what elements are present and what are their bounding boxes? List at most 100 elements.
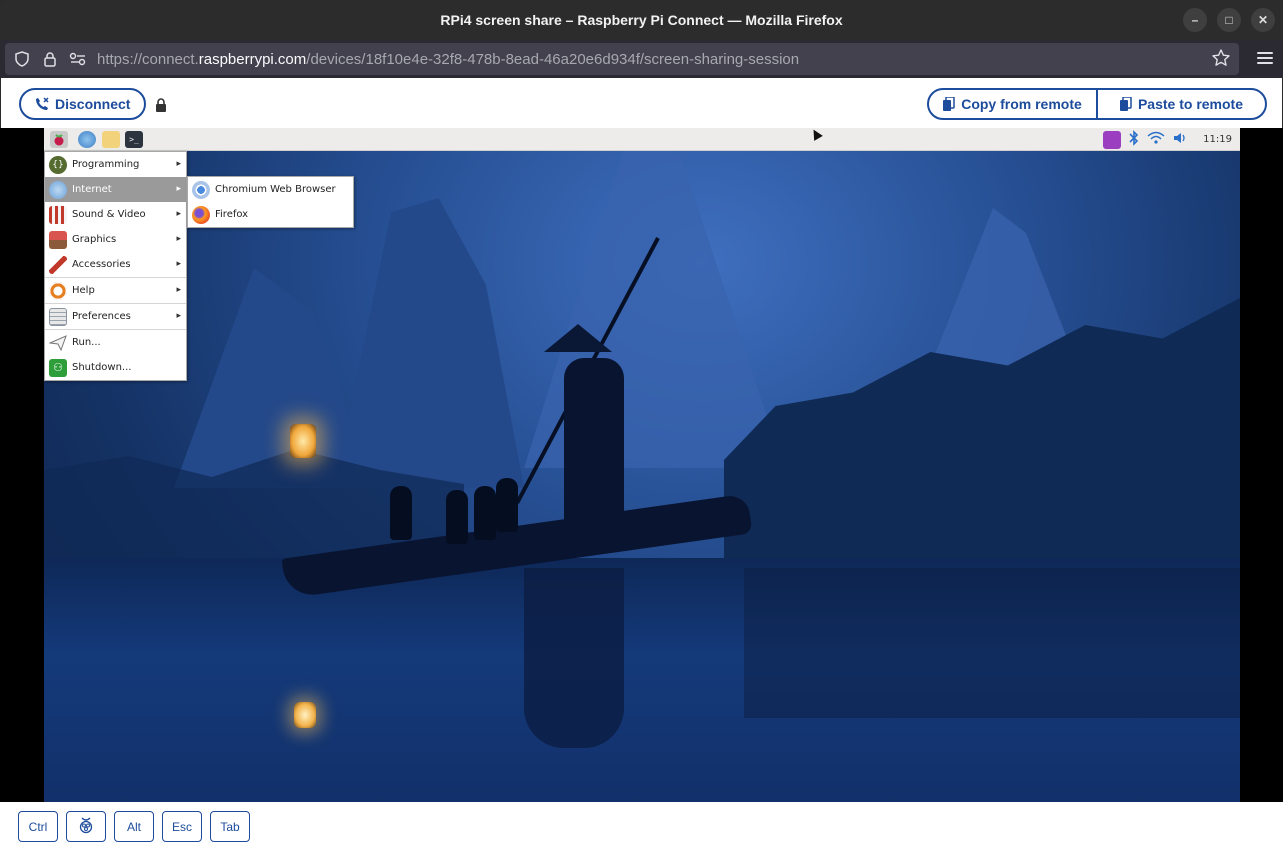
menu-item-label: Help <box>72 285 95 296</box>
wallpaper-mountain <box>334 198 524 488</box>
bookmark-star-icon[interactable] <box>1211 48 1231 72</box>
close-icon: ✕ <box>1257 13 1269 27</box>
tracking-protection-icon[interactable] <box>11 48 33 70</box>
taskbar-clock[interactable]: 11:19 <box>1203 134 1232 145</box>
connect-status-icon[interactable] <box>1103 130 1122 149</box>
firefox-icon <box>192 205 210 224</box>
remote-desktop[interactable]: >_ 11:19 {} Programming ▸ Internet ▸ Sou… <box>44 128 1240 802</box>
minimize-icon: – <box>1191 13 1199 27</box>
submenu-item-label: Chromium Web Browser <box>215 184 336 195</box>
system-tray: 11:19 <box>1103 128 1240 151</box>
menu-item-run[interactable]: Run... <box>45 330 186 355</box>
permissions-icon[interactable] <box>67 48 89 70</box>
url-path: /devices/18f10e4e-32f8-478b-8ead-46a20e6… <box>306 50 800 68</box>
tab-key-button[interactable]: Tab <box>210 811 250 842</box>
navigation-bar: https://connect.raspberrypi.com/devices/… <box>0 40 1283 78</box>
wallpaper-lantern-reflection <box>294 702 316 728</box>
menu-item-label: Preferences <box>72 311 131 322</box>
help-icon <box>49 281 67 300</box>
raspberry-logo-icon <box>78 816 94 837</box>
terminal-icon[interactable]: >_ <box>125 131 143 148</box>
window-titlebar: RPi4 screen share – Raspberry Pi Connect… <box>0 0 1283 40</box>
menu-item-graphics[interactable]: Graphics ▸ <box>45 227 186 252</box>
wallpaper-lantern <box>290 424 316 458</box>
ctrl-key-label: Ctrl <box>28 819 48 834</box>
run-icon <box>49 334 67 352</box>
menu-item-internet[interactable]: Internet ▸ <box>45 177 186 202</box>
connect-toolbar: Disconnect Copy from remote Paste to rem… <box>0 78 1283 128</box>
minimize-button[interactable]: – <box>1183 8 1207 32</box>
chromium-icon <box>192 180 210 199</box>
secure-session-lock-icon <box>155 97 167 116</box>
chevron-right-icon: ▸ <box>176 259 181 269</box>
raspberry-key-button[interactable] <box>66 811 106 842</box>
sound-video-icon <box>49 205 67 224</box>
lock-icon[interactable] <box>39 48 61 70</box>
chevron-right-icon: ▸ <box>176 285 181 295</box>
chevron-right-icon: ▸ <box>176 311 181 321</box>
preferences-icon <box>49 307 67 326</box>
menu-item-accessories[interactable]: Accessories ▸ <box>45 252 186 277</box>
submenu-item-label: Firefox <box>215 209 249 220</box>
wifi-icon[interactable] <box>1147 130 1165 149</box>
menu-item-label: Run... <box>72 337 101 348</box>
esc-key-label: Esc <box>171 819 192 834</box>
menu-item-label: Graphics <box>72 234 117 245</box>
alt-key-label: Alt <box>126 819 141 834</box>
bluetooth-icon[interactable] <box>1129 129 1139 150</box>
menu-item-shutdown[interactable]: ⚇ Shutdown... <box>45 355 186 380</box>
wallpaper-fisherman <box>564 358 624 528</box>
menu-item-label: Programming <box>72 159 140 170</box>
esc-key-button[interactable]: Esc <box>162 811 202 842</box>
paste-to-remote-button[interactable]: Paste to remote <box>1096 90 1265 118</box>
wallpaper-reflection <box>524 568 624 748</box>
shutdown-icon: ⚇ <box>49 358 67 377</box>
menu-item-label: Shutdown... <box>72 362 132 373</box>
menu-item-label: Accessories <box>72 259 131 270</box>
chevron-right-icon: ▸ <box>176 209 181 219</box>
chevron-right-icon: ▸ <box>176 184 181 194</box>
wallpaper-cormorant <box>390 486 412 540</box>
internet-icon <box>49 180 67 199</box>
raspberry-menu-icon[interactable] <box>50 131 68 148</box>
url-prefix: https://connect. <box>97 50 199 68</box>
wallpaper-mountain <box>174 268 374 488</box>
submenu-item-chromium[interactable]: Chromium Web Browser <box>188 177 353 202</box>
accessories-icon <box>49 255 67 274</box>
menu-item-label: Sound & Video <box>72 209 146 220</box>
remote-taskbar: >_ 11:19 <box>44 128 1240 151</box>
submenu-item-firefox[interactable]: Firefox <box>188 202 353 227</box>
maximize-button[interactable]: □ <box>1217 8 1241 32</box>
hamburger-menu-icon[interactable] <box>1257 49 1273 69</box>
phone-disconnect-icon <box>35 97 49 111</box>
window-title: RPi4 screen share – Raspberry Pi Connect… <box>440 12 843 28</box>
programming-icon: {} <box>49 155 67 174</box>
wallpaper-cormorant <box>474 486 496 540</box>
tab-key-label: Tab <box>220 819 240 834</box>
close-window-button[interactable]: ✕ <box>1251 8 1275 32</box>
maximize-icon: □ <box>1225 13 1233 27</box>
url-text: https://connect.raspberrypi.com/devices/… <box>97 51 799 68</box>
menu-item-preferences[interactable]: Preferences ▸ <box>45 304 186 329</box>
alt-key-button[interactable]: Alt <box>114 811 154 842</box>
wallpaper-cormorant <box>446 490 468 544</box>
menu-item-programming[interactable]: {} Programming ▸ <box>45 152 186 177</box>
file-manager-icon[interactable] <box>102 131 120 148</box>
url-bar[interactable]: https://connect.raspberrypi.com/devices/… <box>5 43 1239 75</box>
copy-from-remote-button[interactable]: Copy from remote <box>929 90 1096 118</box>
graphics-icon <box>49 230 67 249</box>
disconnect-button[interactable]: Disconnect <box>19 88 146 120</box>
chevron-right-icon: ▸ <box>176 159 181 169</box>
menu-item-sound-video[interactable]: Sound & Video ▸ <box>45 202 186 227</box>
wallpaper-reflection <box>744 568 1240 718</box>
paste-to-remote-label: Paste to remote <box>1137 96 1244 112</box>
application-menu: {} Programming ▸ Internet ▸ Sound & Vide… <box>44 151 187 381</box>
chevron-right-icon: ▸ <box>176 234 181 244</box>
web-browser-icon[interactable] <box>78 131 96 148</box>
paste-icon <box>1119 97 1132 111</box>
volume-icon[interactable] <box>1173 130 1189 149</box>
special-keys-bar: Ctrl Alt Esc Tab <box>0 802 1283 849</box>
clipboard-button-group: Copy from remote Paste to remote <box>927 88 1267 120</box>
ctrl-key-button[interactable]: Ctrl <box>18 811 58 842</box>
menu-item-help[interactable]: Help ▸ <box>45 278 186 303</box>
